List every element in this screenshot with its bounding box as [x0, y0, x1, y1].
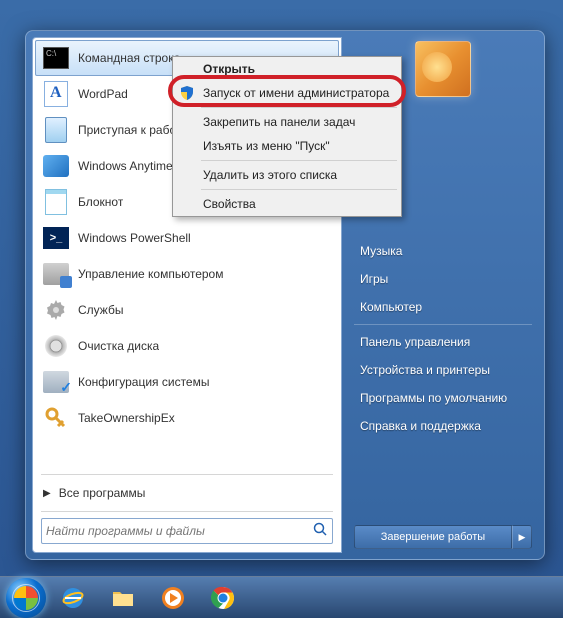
program-item-computer-management[interactable]: Управление компьютером [35, 256, 339, 292]
disk-cleanup-icon [42, 332, 70, 360]
cmd-icon [42, 44, 70, 72]
search-icon[interactable] [312, 521, 328, 542]
program-item-powershell[interactable]: >_ Windows PowerShell [35, 220, 339, 256]
getting-started-icon [42, 116, 70, 144]
powershell-icon: >_ [42, 224, 70, 252]
shutdown-row: Завершение работы ▶ [354, 525, 532, 549]
arrow-right-icon: ▶ [43, 488, 51, 499]
chrome-icon [210, 585, 236, 611]
program-label: Службы [78, 303, 123, 317]
program-label: Командная строка [78, 51, 180, 65]
taskbar-ie[interactable] [50, 581, 96, 615]
program-label: TakeOwnershipEx [78, 411, 175, 425]
ctx-open[interactable]: Открыть [173, 57, 401, 81]
right-item-computer[interactable]: Компьютер [354, 293, 532, 321]
taskbar-chrome[interactable] [200, 581, 246, 615]
ctx-remove-from-start[interactable]: Изъять из меню "Пуск" [173, 134, 401, 158]
program-label: WordPad [78, 87, 128, 101]
msconfig-icon [42, 368, 70, 396]
program-item-services[interactable]: Службы [35, 292, 339, 328]
search-input[interactable] [46, 524, 312, 538]
folder-icon [110, 585, 136, 611]
right-item-music[interactable]: Музыка [354, 237, 532, 265]
uac-shield-icon [179, 85, 195, 101]
right-item-default-programs[interactable]: Программы по умолчанию [354, 384, 532, 412]
computer-management-icon [42, 260, 70, 288]
separator [201, 107, 397, 108]
separator [41, 474, 333, 475]
ctx-run-as-admin[interactable]: Запуск от имени администратора [173, 81, 401, 105]
context-menu: Открыть Запуск от имени администратора З… [172, 56, 402, 217]
program-label: Конфигурация системы [78, 375, 209, 389]
right-item-help[interactable]: Справка и поддержка [354, 412, 532, 440]
all-programs-button[interactable]: ▶ Все программы [33, 477, 341, 509]
separator [201, 189, 397, 190]
start-button[interactable] [6, 578, 46, 618]
key-icon [42, 404, 70, 432]
ctx-remove-from-list[interactable]: Удалить из этого списка [173, 163, 401, 187]
all-programs-label: Все программы [59, 486, 146, 500]
right-item-control-panel[interactable]: Панель управления [354, 328, 532, 356]
search-box[interactable] [41, 518, 333, 544]
user-picture[interactable] [415, 41, 471, 97]
ctx-run-as-admin-label: Запуск от имени администратора [203, 86, 389, 100]
notepad-icon [42, 188, 70, 216]
ie-icon [60, 585, 86, 611]
ctx-properties[interactable]: Свойства [173, 192, 401, 216]
wordpad-icon [42, 80, 70, 108]
program-item-msconfig[interactable]: Конфигурация системы [35, 364, 339, 400]
media-player-icon [160, 585, 186, 611]
ctx-pin-taskbar[interactable]: Закрепить на панели задач [173, 110, 401, 134]
separator [354, 324, 532, 325]
right-item-devices[interactable]: Устройства и принтеры [354, 356, 532, 384]
right-item-games[interactable]: Игры [354, 265, 532, 293]
services-icon [42, 296, 70, 324]
program-label: Очистка диска [78, 339, 159, 353]
shutdown-options-button[interactable]: ▶ [512, 525, 532, 549]
program-label: Windows PowerShell [78, 231, 191, 245]
program-item-takeownership[interactable]: TakeOwnershipEx [35, 400, 339, 436]
taskbar-media-player[interactable] [150, 581, 196, 615]
program-item-disk-cleanup[interactable]: Очистка диска [35, 328, 339, 364]
program-label: Блокнот [78, 195, 123, 209]
program-label: Управление компьютером [78, 267, 223, 281]
separator [41, 511, 333, 512]
separator [201, 160, 397, 161]
shutdown-button[interactable]: Завершение работы [354, 525, 512, 549]
taskbar-explorer[interactable] [100, 581, 146, 615]
taskbar [0, 576, 563, 618]
anytime-upgrade-icon [42, 152, 70, 180]
